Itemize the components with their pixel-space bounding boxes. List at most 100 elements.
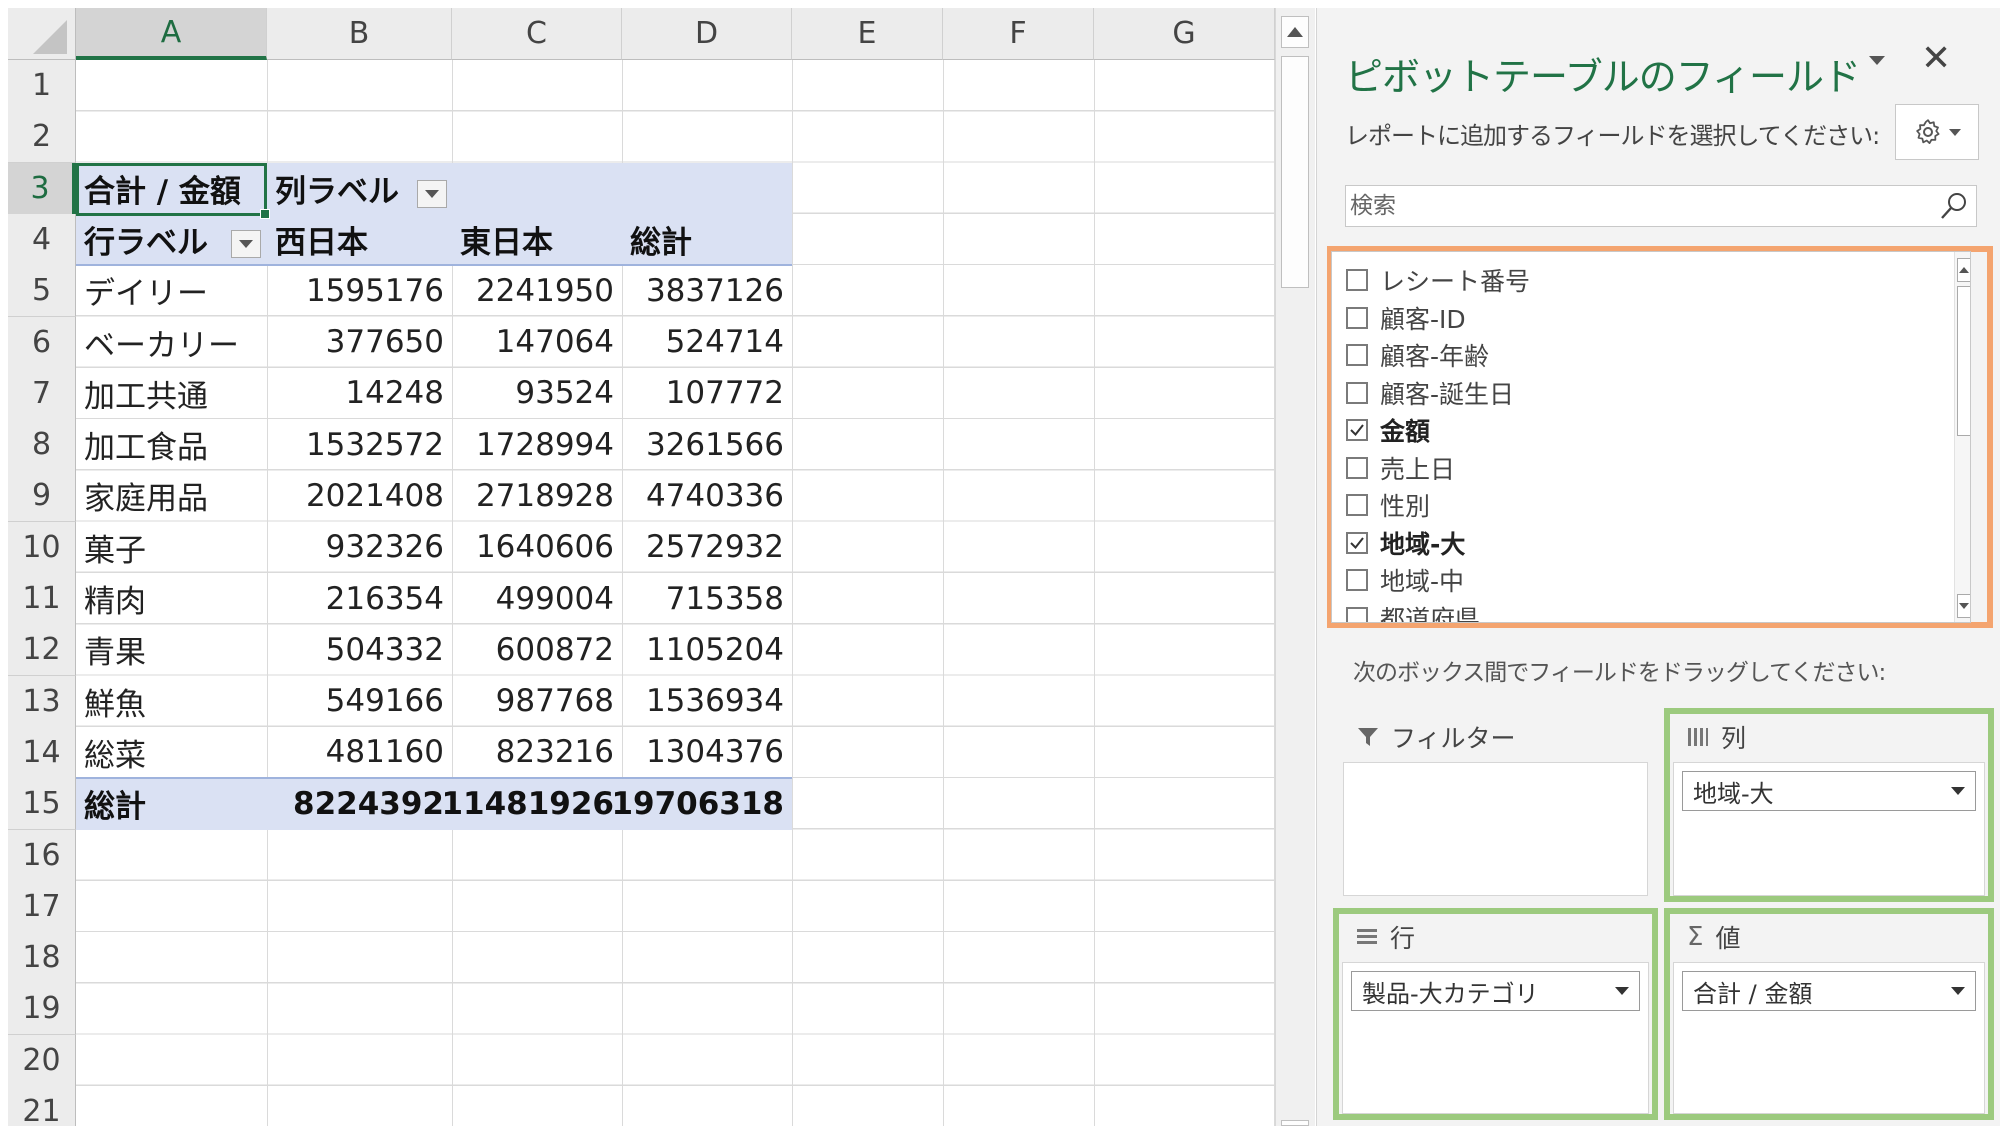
field-item[interactable]: 顧客-年齢 [1346,337,1489,373]
select-all-corner[interactable] [8,8,76,60]
pivot-value-cell[interactable]: 715358 [622,573,792,624]
row-header[interactable]: 14 [8,726,76,779]
field-item[interactable]: 金額 [1346,412,1430,448]
rows-area[interactable]: 行 製品-大カテゴリ [1342,914,1649,1114]
pivot-value-cell[interactable]: 1532572 [267,419,452,470]
tools-button[interactable] [1895,104,1979,160]
pivot-value-cell[interactable]: 3837126 [622,265,792,316]
field-search[interactable] [1345,185,1977,227]
row-header[interactable]: 5 [8,265,76,318]
field-item[interactable]: 性別 [1346,487,1430,523]
pivot-value-cell[interactable]: 1728994 [452,419,622,470]
pivot-row-label[interactable]: ベーカリー [76,317,267,368]
pivot-value-cell[interactable]: 4740336 [622,470,792,521]
pivot-value-cell[interactable]: 2572932 [622,522,792,573]
checkbox[interactable] [1346,381,1368,404]
pivot-value-cell[interactable]: 823216 [452,727,622,778]
values-field-pill[interactable]: 合計 / 金額 [1682,971,1976,1011]
row-header[interactable]: 10 [8,521,76,574]
checkbox[interactable] [1346,569,1368,591]
pivot-row-label[interactable]: 鮮魚 [76,676,267,727]
pivot-value-cell[interactable]: 987768 [452,676,622,727]
checkbox[interactable] [1346,269,1368,291]
chevron-down-icon[interactable] [1951,987,1965,995]
row-header[interactable]: 3 [8,162,76,215]
pivot-value-cell[interactable]: 107772 [622,368,792,419]
chevron-down-icon[interactable] [1951,787,1965,795]
pivot-value-cell[interactable]: 1536934 [622,676,792,727]
row-header[interactable]: 6 [8,316,76,369]
pivot-row-label[interactable]: 精肉 [76,573,267,624]
scroll-up-arrow[interactable] [1957,258,1970,282]
row-header[interactable]: 16 [8,829,76,882]
columns-drop-zone[interactable]: 地域-大 [1673,762,1985,896]
pivot-value-cell[interactable]: 2718928 [452,470,622,521]
pivot-value-cell[interactable]: 524714 [622,317,792,368]
row-header[interactable]: 4 [8,213,76,266]
row-header[interactable]: 18 [8,932,76,985]
scroll-up-arrow[interactable] [1281,16,1309,48]
rows-field-pill[interactable]: 製品-大カテゴリ [1351,971,1640,1011]
checkbox-checked[interactable] [1346,419,1368,441]
pivot-total-cell[interactable]: 8224392 [267,778,452,829]
pivot-total-cell[interactable]: 19706318 [611,778,792,829]
row-header[interactable]: 19 [8,983,76,1036]
pivot-value-cell[interactable]: 93524 [452,368,622,419]
pivot-col-header[interactable]: 総計 [622,214,792,265]
pivot-value-cell[interactable]: 14248 [267,368,452,419]
rows-drop-zone[interactable]: 製品-大カテゴリ [1342,962,1649,1114]
column-header-b[interactable]: B [267,8,452,60]
pivot-value-cell[interactable]: 1105204 [622,624,792,675]
scroll-thumb[interactable] [1281,56,1309,288]
field-list[interactable]: レシート番号 顧客-ID 顧客-年齢 顧客-誕生日 金額 売上日 性別 地域-大 地域-中 都道府… [1331,251,1971,623]
row-header[interactable]: 13 [8,675,76,728]
pivot-row-label[interactable]: 菓子 [76,522,267,573]
column-header-e[interactable]: E [792,8,943,60]
pivot-value-cell[interactable]: 1595176 [267,265,452,316]
column-header-f[interactable]: F [943,8,1094,60]
field-item[interactable]: 売上日 [1346,450,1455,486]
chevron-down-icon[interactable] [1615,987,1629,995]
search-input[interactable] [1350,189,1910,223]
column-header-a[interactable]: A [76,8,267,60]
filter-drop-zone[interactable] [1343,762,1648,896]
pivot-row-label[interactable]: 加工共通 [76,368,267,419]
row-header[interactable]: 15 [8,778,76,831]
column-header-g[interactable]: G [1094,8,1275,60]
worksheet[interactable]: A B C D E F G 1 2 3 4 5 6 7 8 9 10 11 12 13 14 15 16 17 1… [8,8,1275,1126]
pivot-col-header[interactable]: 西日本 [267,214,452,265]
pivot-row-label[interactable]: 青果 [76,624,267,675]
pivot-col-header[interactable]: 東日本 [452,214,622,265]
pivot-value-cell[interactable]: 3261566 [622,419,792,470]
field-item[interactable]: 顧客-誕生日 [1346,375,1514,411]
row-header[interactable]: 17 [8,880,76,933]
row-header[interactable]: 2 [8,111,76,164]
pivot-row-label[interactable]: 加工食品 [76,419,267,470]
pivot-value-cell[interactable]: 1304376 [622,727,792,778]
row-header[interactable]: 7 [8,367,76,420]
pivot-value-cell[interactable]: 504332 [267,624,452,675]
pivot-value-cell[interactable]: 216354 [267,573,452,624]
column-header-d[interactable]: D [622,8,792,60]
pivot-value-cell[interactable]: 2241950 [452,265,622,316]
row-filter-button[interactable] [231,230,261,258]
scroll-down-arrow[interactable] [1957,594,1970,618]
search-icon[interactable] [1938,190,1970,222]
checkbox[interactable] [1346,456,1368,479]
field-item[interactable]: レシート番号 [1346,262,1530,298]
column-filter-button[interactable] [417,180,447,208]
pivot-value-cell[interactable]: 600872 [452,624,622,675]
pivot-row-label[interactable]: 家庭用品 [76,470,267,521]
pivot-value-cell[interactable]: 932326 [267,522,452,573]
values-drop-zone[interactable]: 合計 / 金額 [1673,962,1985,1114]
pivot-value-cell[interactable]: 1640606 [452,522,622,573]
checkbox[interactable] [1346,606,1368,622]
filter-area[interactable]: フィルター [1343,714,1648,896]
columns-field-pill[interactable]: 地域-大 [1682,771,1976,811]
field-item[interactable]: 地域-大 [1346,525,1465,561]
pivot-total-cell[interactable]: 11481926 [441,778,622,829]
pivot-value-cell[interactable]: 481160 [267,727,452,778]
row-header[interactable]: 9 [8,470,76,523]
field-list-scrollbar[interactable] [1954,252,1970,622]
pivot-value-cell[interactable]: 2021408 [267,470,452,521]
